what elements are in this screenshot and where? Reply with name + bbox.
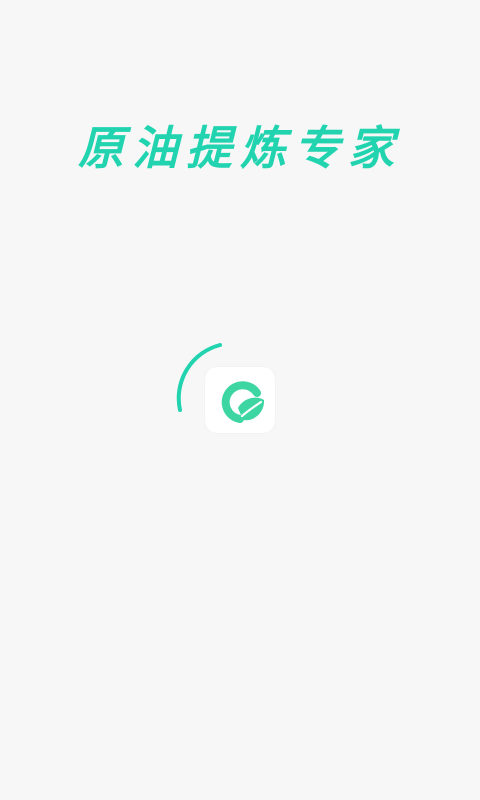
app-title: 原油提炼专家 — [78, 121, 402, 175]
app-logo-leaf-icon — [221, 381, 265, 423]
app-logo — [205, 367, 275, 433]
splash-screen: 原油提炼专家 — [0, 0, 480, 800]
loading-indicator — [160, 325, 300, 465]
